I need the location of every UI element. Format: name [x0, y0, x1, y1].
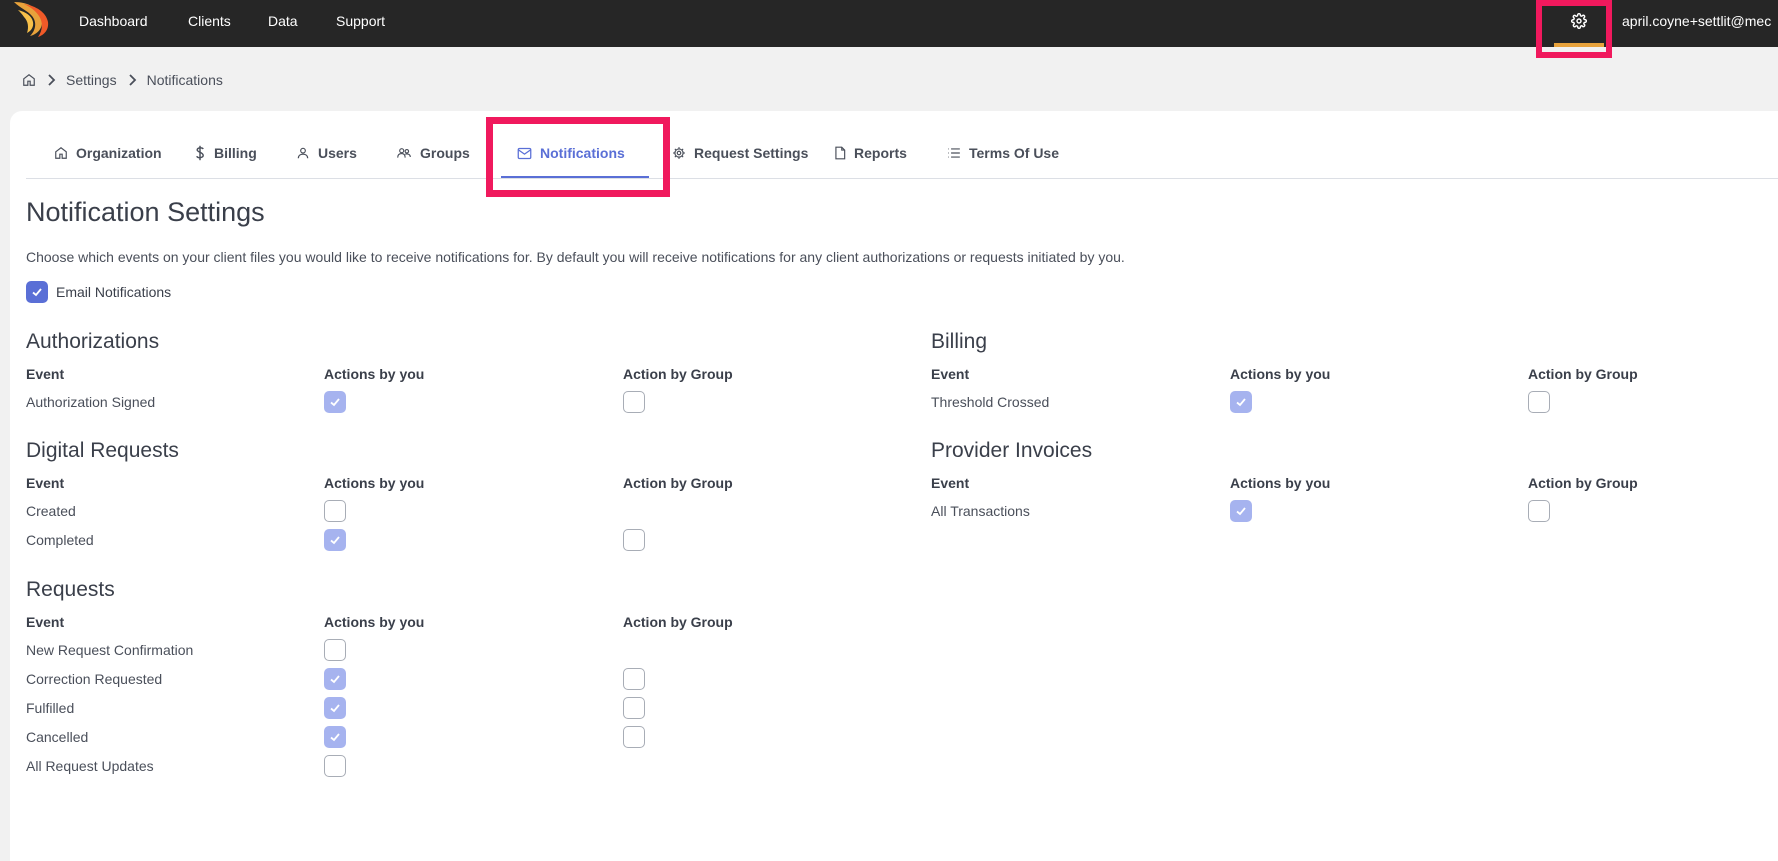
checkbox-created-by-you[interactable] — [324, 500, 346, 522]
tab-groups[interactable]: Groups — [396, 145, 470, 161]
check-icon — [330, 733, 340, 742]
column-header-actions-by-you: Actions by you — [324, 614, 425, 630]
checkbox-completed-by-you[interactable] — [324, 529, 346, 551]
checkbox-authorization-signed-by-you[interactable] — [324, 391, 346, 413]
settings-card: Organization Billing Users Groups Notifi… — [10, 111, 1778, 861]
checkbox-all-request-updates-by-you[interactable] — [324, 755, 346, 777]
group-icon — [397, 148, 411, 158]
column-header-event: Event — [26, 614, 65, 630]
page-title: Notification Settings — [26, 197, 265, 227]
user-email-menu[interactable]: april.coyne+settlit@mec — [1622, 13, 1771, 29]
file-icon — [835, 146, 846, 160]
checkbox-all-transactions-by-group[interactable] — [1528, 500, 1550, 522]
column-header-action-by-group: Action by Group — [623, 475, 733, 491]
checkbox-correction-requested-by-you[interactable] — [324, 668, 346, 690]
column-header-action-by-group: Action by Group — [623, 614, 733, 630]
column-header-event: Event — [26, 475, 65, 491]
breadcrumb-settings[interactable]: Settings — [66, 72, 117, 88]
tab-label: Terms Of Use — [969, 145, 1059, 161]
home-icon[interactable] — [22, 73, 36, 87]
check-icon — [330, 675, 340, 684]
checkbox-threshold-crossed-by-you[interactable] — [1230, 391, 1252, 413]
check-icon — [330, 704, 340, 713]
section-title-billing: Billing — [931, 330, 988, 353]
check-icon — [330, 398, 340, 407]
nav-clients[interactable]: Clients — [188, 13, 231, 29]
gear-icon — [673, 147, 685, 159]
event-label: Completed — [26, 532, 94, 548]
check-icon — [32, 288, 42, 297]
user-icon — [297, 147, 309, 159]
checkbox-cancelled-by-group[interactable] — [623, 726, 645, 748]
checkbox-fulfilled-by-group[interactable] — [623, 697, 645, 719]
settings-highlight-box — [1536, 0, 1612, 58]
checkbox-authorization-signed-by-group[interactable] — [623, 391, 645, 413]
tab-label: Reports — [854, 145, 907, 161]
column-header-event: Event — [26, 366, 65, 382]
column-header-action-by-group: Action by Group — [1528, 366, 1638, 382]
column-header-action-by-group: Action by Group — [1528, 475, 1638, 491]
dollar-icon — [196, 145, 204, 161]
section-title-authorizations: Authorizations — [26, 330, 160, 353]
home-icon — [55, 147, 67, 159]
tab-label: Users — [318, 145, 357, 161]
event-label: All Transactions — [931, 503, 1030, 519]
checkbox-correction-requested-by-group[interactable] — [623, 668, 645, 690]
brand-logo-icon[interactable] — [10, 0, 54, 38]
section-title-provider-invoices: Provider Invoices — [931, 439, 1093, 462]
section-title-requests: Requests — [26, 578, 115, 601]
top-nav-bar: Dashboard Clients Data Support april.coy… — [0, 0, 1778, 47]
column-header-actions-by-you: Actions by you — [324, 475, 425, 491]
tab-label: Request Settings — [694, 145, 809, 161]
column-header-actions-by-you: Actions by you — [1230, 475, 1331, 491]
breadcrumb: Settings Notifications — [22, 72, 223, 88]
event-label: Created — [26, 503, 76, 519]
check-icon — [330, 536, 340, 545]
tab-label: Billing — [214, 145, 257, 161]
event-label: Authorization Signed — [26, 394, 156, 410]
tab-terms-of-use[interactable]: Terms Of Use — [947, 145, 1059, 161]
nav-support[interactable]: Support — [336, 13, 385, 29]
event-label: Correction Requested — [26, 671, 163, 687]
nav-data[interactable]: Data — [268, 13, 298, 29]
check-icon — [1236, 507, 1246, 516]
tab-organization[interactable]: Organization — [54, 145, 162, 161]
column-header-event: Event — [931, 366, 970, 382]
notifications-tab-highlight-box — [486, 117, 670, 197]
tab-reports[interactable]: Reports — [834, 145, 907, 161]
chevron-right-icon — [46, 74, 56, 86]
email-notifications-label: Email Notifications — [56, 284, 172, 300]
tab-users[interactable]: Users — [296, 145, 357, 161]
breadcrumb-notifications: Notifications — [146, 72, 223, 88]
tab-label: Groups — [420, 145, 470, 161]
event-label: Cancelled — [26, 729, 89, 745]
email-notifications-checkbox[interactable] — [26, 281, 48, 303]
nav-dashboard[interactable]: Dashboard — [79, 13, 148, 29]
event-label: Fulfilled — [26, 700, 75, 716]
column-header-actions-by-you: Actions by you — [324, 366, 425, 382]
event-label: Threshold Crossed — [931, 394, 1050, 410]
event-label: New Request Confirmation — [26, 642, 194, 658]
page-description: Choose which events on your client files… — [26, 249, 1125, 265]
event-label: All Request Updates — [26, 758, 154, 774]
check-icon — [1236, 398, 1246, 407]
checkbox-threshold-crossed-by-group[interactable] — [1528, 391, 1550, 413]
email-notifications-toggle[interactable]: Email Notifications — [26, 281, 171, 303]
checkbox-new-request-confirmation-by-you[interactable] — [324, 639, 346, 661]
tab-request-settings[interactable]: Request Settings — [672, 145, 808, 161]
column-header-action-by-group: Action by Group — [623, 366, 733, 382]
checkbox-completed-by-group[interactable] — [623, 529, 645, 551]
list-icon — [948, 148, 960, 158]
checkbox-fulfilled-by-you[interactable] — [324, 697, 346, 719]
checkbox-cancelled-by-you[interactable] — [324, 726, 346, 748]
chevron-right-icon — [127, 74, 137, 86]
section-title-digital-requests: Digital Requests — [26, 439, 179, 462]
checkbox-all-transactions-by-you[interactable] — [1230, 500, 1252, 522]
column-header-actions-by-you: Actions by you — [1230, 366, 1331, 382]
column-header-event: Event — [931, 475, 970, 491]
tab-billing[interactable]: Billing — [194, 145, 257, 161]
settings-tabs: Organization Billing Users Groups Notifi… — [26, 111, 1778, 197]
tab-label: Organization — [76, 145, 162, 161]
